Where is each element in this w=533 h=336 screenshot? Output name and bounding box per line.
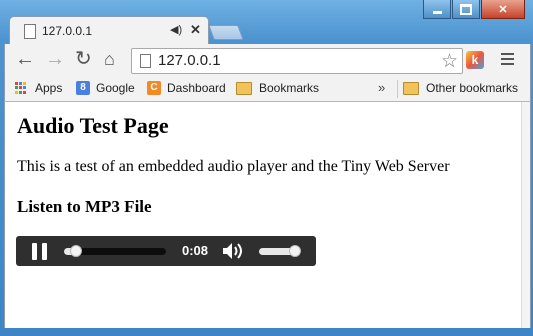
pause-button[interactable] <box>32 243 47 260</box>
bookmark-label: Bookmarks <box>259 81 320 95</box>
bookmark-star-icon[interactable]: ☆ <box>441 50 458 73</box>
page-icon <box>140 54 151 68</box>
bookmark-google[interactable]: 8 Google <box>76 81 135 95</box>
reload-icon[interactable]: ↻ <box>75 49 92 69</box>
extension-label: k <box>471 53 479 67</box>
bookmarks-divider <box>397 80 398 98</box>
google-icon: 8 <box>76 81 90 95</box>
bookmarks-bar: Apps 8 Google C Dashboard Bookmarks » Ot… <box>4 77 531 102</box>
page-content: Audio Test Page This is a test of an emb… <box>4 102 522 328</box>
minimize-button[interactable] <box>423 0 451 19</box>
section-heading: Listen to MP3 File <box>17 197 152 216</box>
bookmark-bookmarks[interactable]: Bookmarks <box>236 81 319 95</box>
tab-title: 127.0.0.1 <box>42 24 93 38</box>
back-arrow-icon[interactable]: ← <box>15 49 35 69</box>
playback-time: 0:08 <box>182 243 209 258</box>
dashboard-icon: C <box>147 81 161 95</box>
close-window-button[interactable]: ✕ <box>481 0 525 19</box>
intro-text: This is a test of an embedded audio play… <box>17 158 450 175</box>
folder-icon <box>236 81 252 95</box>
apps-grid-icon <box>15 82 27 94</box>
maximize-icon <box>460 3 472 15</box>
bookmark-other[interactable]: Other bookmarks <box>403 81 518 95</box>
bookmark-label: Apps <box>35 81 63 95</box>
volume-handle[interactable] <box>289 245 301 257</box>
seek-handle[interactable] <box>70 245 83 257</box>
folder-icon <box>403 81 419 95</box>
bookmark-dashboard[interactable]: C Dashboard <box>147 81 226 95</box>
extension-k-icon[interactable]: k <box>466 51 484 69</box>
browser-toolbar: ← → ↻ ⌂ 127.0.0.1 ☆ k <box>4 44 531 77</box>
bookmarks-overflow-icon[interactable]: » <box>378 80 385 95</box>
maximize-button[interactable] <box>452 0 480 19</box>
bookmark-label: Other bookmarks <box>426 81 519 95</box>
vertical-scrollbar[interactable] <box>521 102 531 328</box>
volume-icon[interactable] <box>222 242 246 260</box>
forward-arrow-icon[interactable]: → <box>45 49 65 69</box>
home-icon[interactable]: ⌂ <box>104 49 115 69</box>
close-tab-icon[interactable]: ✕ <box>190 22 201 38</box>
bookmark-label: Dashboard <box>167 81 226 95</box>
address-bar[interactable]: 127.0.0.1 ☆ <box>131 48 463 74</box>
bookmark-label: Google <box>96 81 135 95</box>
page-icon <box>24 24 36 39</box>
minimize-icon <box>432 10 442 14</box>
speaker-icon: ◀) <box>170 24 183 36</box>
close-icon: ✕ <box>498 3 508 16</box>
address-url: 127.0.0.1 <box>158 52 221 69</box>
chrome-menu-icon[interactable] <box>501 53 514 68</box>
browser-tab[interactable]: 127.0.0.1 ◀) ✕ <box>9 16 209 45</box>
new-tab-button[interactable] <box>208 25 244 40</box>
bookmark-apps[interactable]: Apps <box>15 81 62 95</box>
window-controls: ✕ <box>422 0 525 19</box>
page-title: Audio Test Page <box>17 113 169 138</box>
audio-player: 0:08 <box>16 236 316 266</box>
